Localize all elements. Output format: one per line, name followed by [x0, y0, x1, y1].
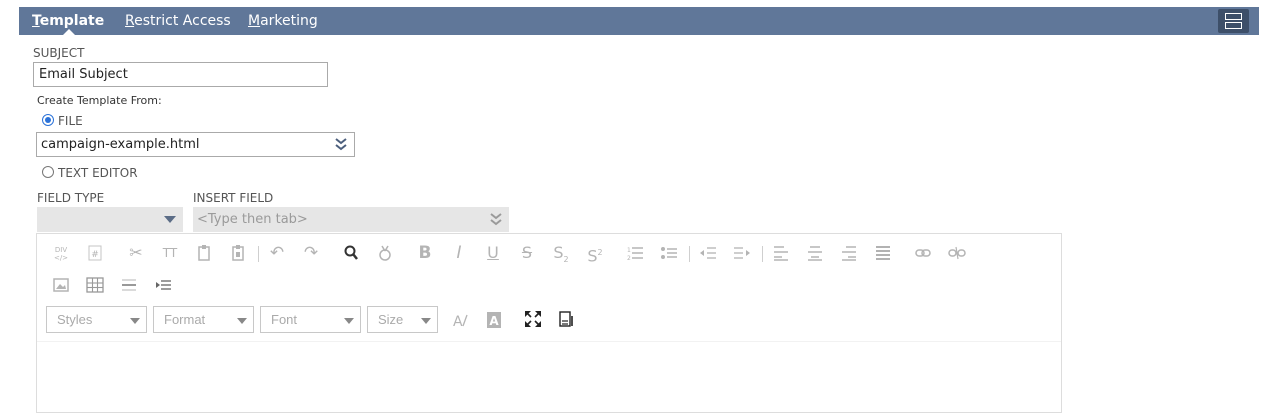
insert-field-input[interactable]: <Type then tab> — [193, 207, 509, 232]
page-break-icon[interactable] — [154, 276, 172, 294]
maximize-icon[interactable] — [524, 310, 542, 328]
svg-text:2: 2 — [627, 255, 631, 262]
size-combo[interactable]: Size — [367, 306, 438, 333]
caret-down-icon — [344, 318, 354, 324]
horizontal-rule-icon[interactable] — [120, 276, 138, 294]
align-right-icon[interactable] — [840, 244, 858, 262]
unlink-icon[interactable] — [948, 244, 966, 262]
styles-combo-label: Styles — [57, 312, 93, 327]
caret-down-icon — [130, 318, 140, 324]
undo-icon[interactable]: ↶ — [268, 244, 286, 262]
strikethrough-icon[interactable]: S — [518, 244, 536, 262]
subscript-glyph: S — [553, 243, 564, 262]
toolbar-separator — [258, 246, 259, 262]
file-radio[interactable] — [42, 114, 54, 126]
view-toggle-button[interactable] — [1218, 9, 1249, 33]
italic-icon[interactable]: I — [450, 244, 468, 262]
show-blocks-icon[interactable] — [558, 310, 576, 328]
font-combo[interactable]: Font — [260, 306, 361, 333]
background-color-icon[interactable]: A — [485, 311, 503, 329]
subtab-bar: Template Restrict Access Marketing — [19, 7, 1259, 35]
field-type-select[interactable] — [37, 207, 183, 232]
align-center-icon[interactable] — [806, 244, 824, 262]
text-editor-radio[interactable] — [42, 166, 54, 178]
svg-text:A: A — [453, 314, 463, 329]
subscript-icon[interactable]: S2 — [552, 243, 570, 265]
svg-text:A: A — [489, 314, 499, 328]
bulleted-list-icon[interactable] — [660, 244, 678, 262]
align-justify-icon[interactable] — [874, 244, 892, 262]
redo-icon[interactable]: ↷ — [302, 244, 320, 262]
font-combo-label: Font — [271, 312, 298, 327]
subject-label: SUBJECT — [33, 46, 85, 60]
subject-input[interactable]: Email Subject — [33, 62, 328, 87]
format-combo-label: Format — [164, 312, 206, 327]
superscript-icon[interactable]: S2 — [586, 244, 604, 266]
file-radio-label: FILE — [58, 114, 83, 128]
active-tab-indicator — [63, 29, 75, 35]
svg-text:1: 1 — [627, 247, 631, 254]
spellcheck-icon[interactable] — [376, 244, 394, 262]
file-select-value: campaign-example.html — [41, 137, 200, 152]
image-icon[interactable] — [52, 276, 70, 294]
find-icon[interactable] — [342, 244, 360, 262]
size-combo-label: Size — [378, 312, 404, 327]
layout-toggle-icon-lower — [1225, 22, 1242, 29]
layout-toggle-icon — [1225, 13, 1242, 20]
svg-text:DIV: DIV — [55, 246, 67, 254]
anchor-icon[interactable]: # — [86, 244, 104, 262]
insert-field-placeholder: <Type then tab> — [197, 212, 308, 227]
bold-icon[interactable]: B — [416, 244, 434, 262]
superscript-glyph: S — [587, 246, 598, 266]
outdent-icon[interactable] — [699, 244, 717, 262]
indent-icon[interactable] — [733, 244, 751, 262]
align-left-icon[interactable] — [772, 244, 790, 262]
caret-down-icon — [237, 318, 247, 324]
toolbar-separator — [762, 246, 763, 262]
file-select[interactable]: campaign-example.html — [36, 132, 355, 157]
create-template-from-label: Create Template From: — [37, 94, 162, 107]
double-chevron-down-icon — [490, 213, 502, 226]
text-color-icon[interactable]: A — [451, 311, 469, 329]
tab-restrict-access[interactable]: Restrict Access — [125, 7, 231, 35]
paste-icon[interactable] — [195, 244, 213, 262]
svg-text:#: # — [91, 250, 99, 260]
underline-icon[interactable]: U — [484, 244, 502, 262]
cut-icon[interactable]: ✂ — [127, 244, 145, 262]
link-icon[interactable] — [914, 244, 932, 262]
format-combo[interactable]: Format — [153, 306, 254, 333]
insert-field-label: INSERT FIELD — [193, 191, 274, 205]
table-icon[interactable] — [86, 276, 104, 294]
caret-down-icon — [421, 318, 431, 324]
editor-content-area[interactable] — [37, 341, 1061, 401]
numbered-list-icon[interactable]: 1 2 — [626, 244, 644, 262]
field-type-label: FIELD TYPE — [37, 191, 105, 205]
div-container-icon[interactable]: DIV </> — [52, 244, 70, 262]
toolbar-separator — [689, 246, 690, 262]
styles-combo[interactable]: Styles — [46, 306, 147, 333]
caret-down-icon — [164, 216, 176, 223]
svg-text:</>: </> — [54, 254, 68, 262]
double-chevron-down-icon — [335, 138, 347, 151]
tab-marketing[interactable]: Marketing — [248, 7, 318, 35]
text-editor-radio-label: TEXT EDITOR — [58, 166, 138, 180]
text-size-icon[interactable]: TT — [161, 244, 179, 262]
paste-text-icon[interactable] — [229, 244, 247, 262]
